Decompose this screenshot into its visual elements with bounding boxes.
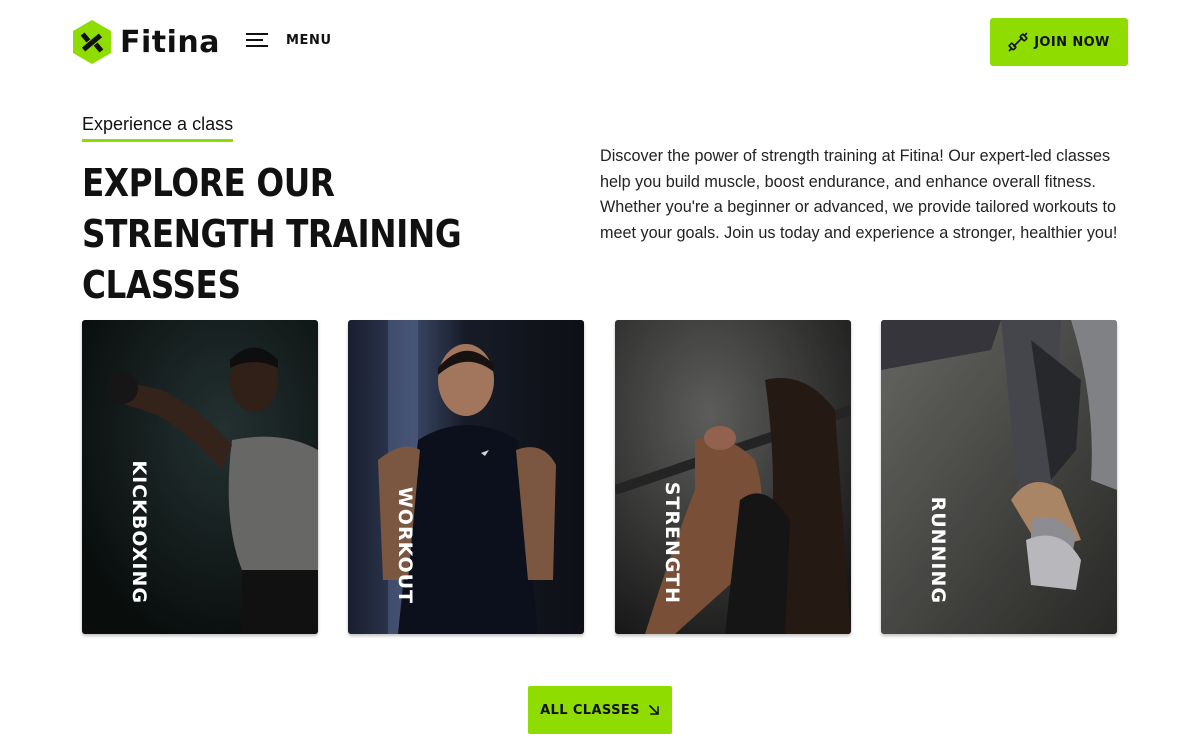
logo-hexagon-icon xyxy=(73,20,111,64)
class-label-workout: WORKOUT xyxy=(394,486,416,604)
section-title: EXPLORE OUR STRENGTH TRAINING CLASSES xyxy=(82,161,462,307)
menu-label: MENU xyxy=(286,32,332,48)
workout-photo xyxy=(348,320,584,634)
section-eyebrow: Experience a class xyxy=(82,114,234,142)
arrow-down-right-icon xyxy=(648,704,659,715)
strength-photo xyxy=(615,320,851,634)
running-photo xyxy=(881,320,1117,634)
class-card-running[interactable]: RUNNING xyxy=(881,320,1117,634)
join-now-button[interactable]: JOIN NOW xyxy=(990,18,1128,66)
class-card-strength[interactable]: STRENGTH xyxy=(615,320,851,634)
hamburger-icon xyxy=(246,32,268,48)
all-classes-button[interactable]: ALL CLASSES xyxy=(528,686,672,734)
class-label-kickboxing: KICKBOXING xyxy=(128,460,150,604)
class-cards: KICKBOXING WORKOUT STRENGTH RUNNING xyxy=(82,320,1118,636)
site-header: Fitina MENU JOIN NOW xyxy=(0,0,1200,86)
brand-name: Fitina xyxy=(120,24,221,60)
section-description: Discover the power of strength training … xyxy=(600,147,1118,242)
kickboxing-photo xyxy=(82,320,318,634)
class-label-running: RUNNING xyxy=(927,496,949,604)
menu-toggle[interactable]: MENU xyxy=(246,32,332,48)
class-label-strength: STRENGTH xyxy=(661,481,683,604)
class-card-kickboxing[interactable]: KICKBOXING xyxy=(82,320,318,634)
logo[interactable]: Fitina xyxy=(72,19,220,65)
join-now-label: JOIN NOW xyxy=(1034,34,1110,50)
class-card-workout[interactable]: WORKOUT xyxy=(348,320,584,634)
dumbbell-icon xyxy=(1008,32,1028,52)
all-classes-label: ALL CLASSES xyxy=(540,702,640,718)
